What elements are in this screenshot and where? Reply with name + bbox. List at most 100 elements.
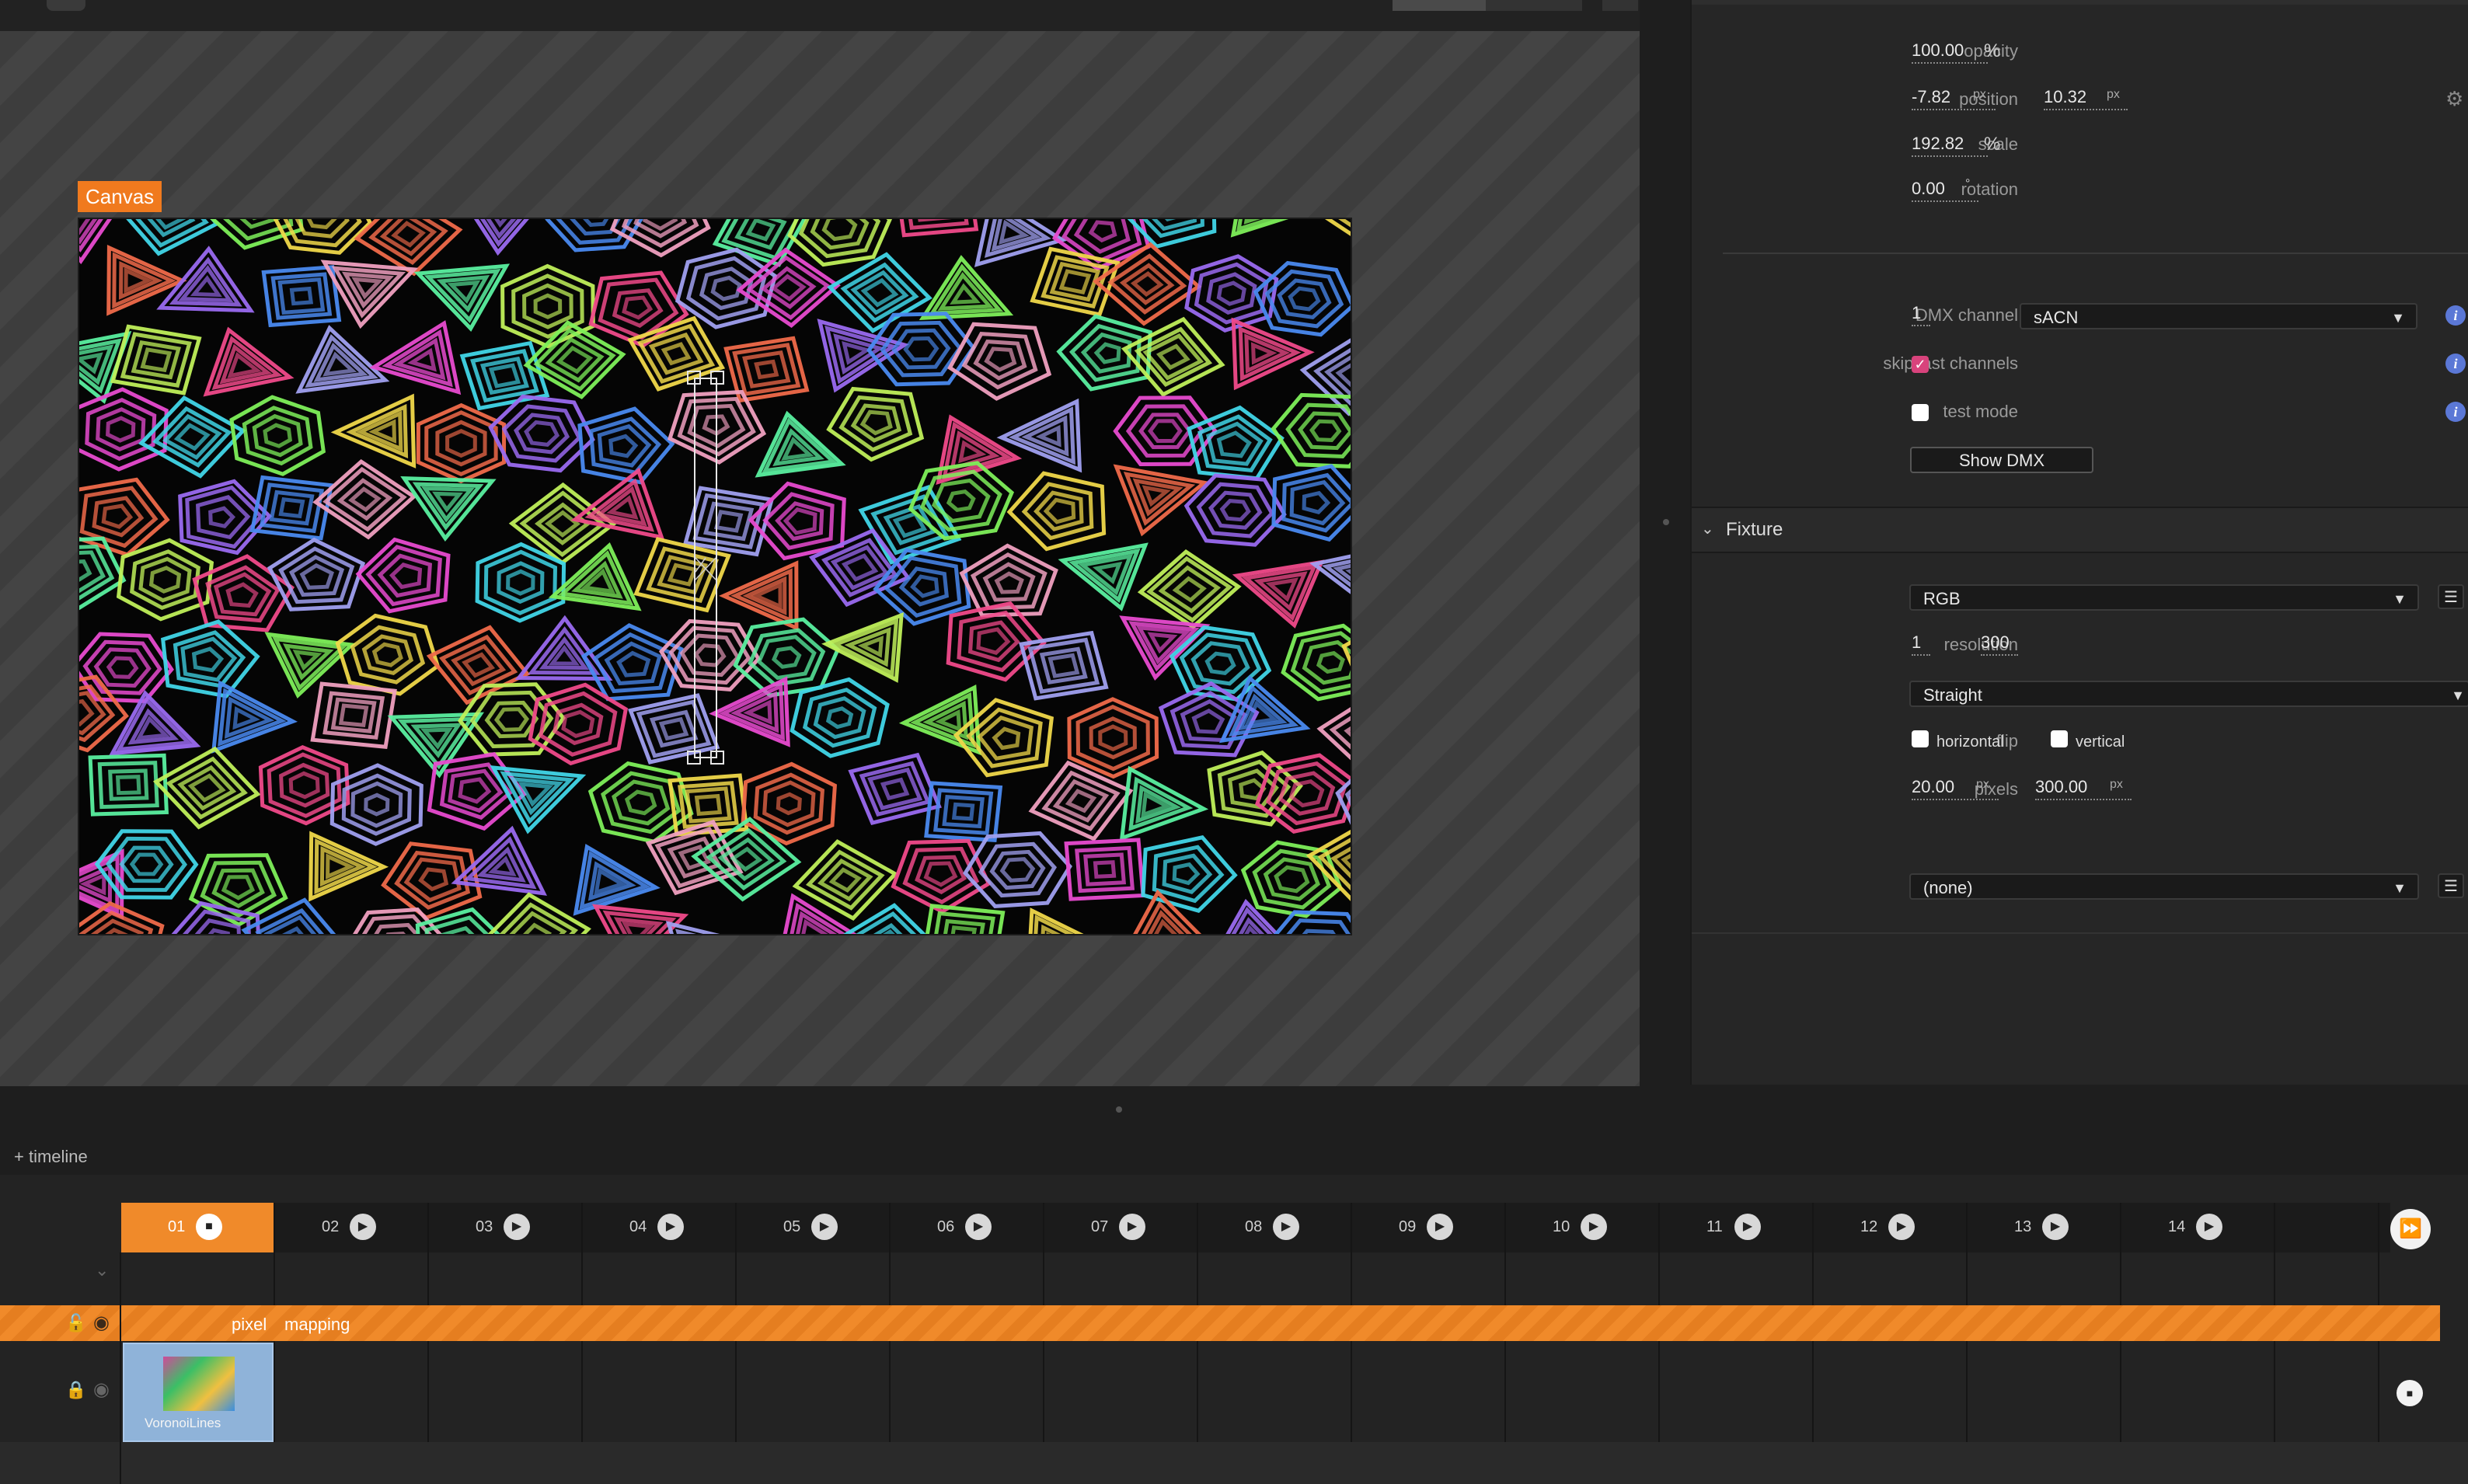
voronoi-cell	[481, 892, 591, 977]
eye-icon[interactable]: ◉	[93, 1378, 110, 1401]
timeline-cell-01[interactable]: 01 ■	[121, 1203, 275, 1252]
timeline-cell-03[interactable]: 03 ▶	[429, 1203, 583, 1252]
play-icon[interactable]: ▶	[657, 1214, 684, 1240]
voronoi-cell	[1271, 464, 1368, 542]
chevron-down-icon: ⌄	[1701, 521, 1714, 538]
opacity-field[interactable]: 100.00	[1912, 40, 1988, 64]
cell-number: 04	[629, 1218, 647, 1235]
curve-select[interactable]: (none) ▼	[1909, 873, 2419, 900]
timeline-cell-10[interactable]: 10 ▶	[1506, 1203, 1660, 1252]
layout-icon[interactable]	[1602, 0, 1638, 11]
opacity-unit: %	[1984, 40, 2001, 61]
curve-value: (none)	[1923, 878, 1973, 897]
hamburger-menu-icon[interactable]: ☰	[2438, 584, 2464, 609]
stop-icon[interactable]: ■	[2397, 1380, 2423, 1406]
play-icon[interactable]: ▶	[811, 1214, 838, 1240]
cell-number: 12	[1860, 1218, 1878, 1235]
timeline-cell-05[interactable]: 05 ▶	[737, 1203, 891, 1252]
fast-forward-icon[interactable]: ⏩	[2390, 1209, 2431, 1249]
voronoi-cell	[203, 326, 295, 397]
assignation-select[interactable]: Straight ▼	[1909, 681, 2468, 707]
pixel-strip-fixture[interactable]	[694, 378, 717, 758]
info-icon[interactable]: i	[2445, 354, 2466, 374]
resize-handle-bottom-left[interactable]	[687, 751, 701, 765]
layer-row-pixel-mapping[interactable]	[0, 1305, 2440, 1341]
timeline-cell-14[interactable]: 14 ▶	[2121, 1203, 2275, 1252]
play-icon[interactable]: ▶	[1119, 1214, 1145, 1240]
collapse-icon[interactable]: ⌄	[95, 1260, 109, 1280]
play-icon[interactable]: ▶	[504, 1214, 530, 1240]
play-icon[interactable]: ▶	[2042, 1214, 2069, 1240]
voronoi-cell	[335, 613, 441, 696]
voronoi-cell	[924, 781, 1003, 843]
voronoi-cell	[211, 680, 298, 754]
voronoi-cell	[588, 270, 689, 348]
hamburger-menu-icon[interactable]: ☰	[2438, 873, 2464, 898]
section-title: Fixture	[1726, 519, 1783, 540]
lock-icon[interactable]: 🔒	[65, 1380, 86, 1400]
scale-field[interactable]: 192.82	[1912, 134, 1988, 157]
play-icon[interactable]: ▶	[1427, 1214, 1453, 1240]
timeline-cell-04[interactable]: 04 ▶	[583, 1203, 737, 1252]
fixture-section-header[interactable]: ⌄ Fixture	[1692, 507, 2468, 553]
voronoi-cell	[748, 481, 846, 561]
lock-icon[interactable]: 🔓	[65, 1313, 86, 1333]
voronoi-cell	[455, 191, 549, 256]
add-timeline-button[interactable]: + timeline	[14, 1147, 88, 1167]
chevron-down-icon: ▼	[2451, 688, 2465, 703]
timeline-cell-13[interactable]: 13 ▶	[1968, 1203, 2121, 1252]
voronoi-cell	[891, 838, 992, 914]
test-mode-checkbox[interactable]	[1912, 404, 1929, 421]
cell-number: 11	[1706, 1218, 1723, 1235]
info-icon[interactable]: i	[2445, 305, 2466, 326]
protocol-select[interactable]: sACN ▼	[2020, 303, 2417, 329]
cell-number: 07	[1091, 1218, 1109, 1235]
voronoi-cell	[1030, 246, 1121, 317]
timeline-cell-02[interactable]: 02 ▶	[275, 1203, 429, 1252]
voronoi-cell	[160, 619, 260, 698]
resize-handle-top-left[interactable]	[687, 371, 701, 385]
rotation-label: rotation	[1961, 179, 2018, 199]
eye-icon[interactable]: ◉	[93, 1312, 110, 1334]
splitter-handle-bottom[interactable]	[1116, 1106, 1122, 1113]
info-icon[interactable]: i	[2445, 402, 2466, 422]
play-icon[interactable]: ▶	[965, 1214, 992, 1240]
timeline-cell-09[interactable]: 09 ▶	[1352, 1203, 1506, 1252]
voronoi-cell	[787, 188, 893, 267]
toolbar-button[interactable]	[47, 0, 85, 11]
timeline-cell-12[interactable]: 12 ▶	[1814, 1203, 1968, 1252]
view-toggle-right[interactable]	[1486, 0, 1582, 11]
gear-icon[interactable]: ⚙	[2445, 87, 2463, 111]
flip-vertical-label: vertical	[2076, 733, 2125, 751]
canvas-tag[interactable]: Canvas	[78, 181, 162, 212]
resize-handle-bottom-right[interactable]	[710, 751, 724, 765]
inspector-panel: opacity 100.00 % position -7.82 px 10.32…	[1690, 0, 2468, 1085]
resize-handle-top-right[interactable]	[710, 371, 724, 385]
play-icon[interactable]: ▶	[1888, 1214, 1915, 1240]
fixture-select[interactable]: RGB ▼	[1909, 584, 2419, 611]
timeline-cell-11[interactable]: 11 ▶	[1660, 1203, 1814, 1252]
timeline-cell-08[interactable]: 08 ▶	[1198, 1203, 1352, 1252]
voronoi-cell	[138, 395, 246, 479]
play-icon[interactable]: ▶	[350, 1214, 376, 1240]
resolution-x-field[interactable]: 1	[1912, 632, 1930, 656]
timeline-cell-06[interactable]: 06 ▶	[891, 1203, 1044, 1252]
voronoi-cell	[1187, 405, 1285, 481]
flip-horizontal-checkbox[interactable]	[1912, 730, 1929, 747]
clip-voronoi-lines[interactable]: VoronoiLines	[123, 1343, 274, 1442]
skip-last-channels-checkbox[interactable]: ✓	[1912, 356, 1929, 373]
flip-vertical-checkbox[interactable]	[2051, 730, 2068, 747]
dmx-channel-field[interactable]: 1	[1912, 303, 1930, 326]
stop-icon[interactable]: ■	[196, 1214, 222, 1240]
timeline-cell-07[interactable]: 07 ▶	[1044, 1203, 1198, 1252]
voronoi-cell	[1232, 559, 1325, 629]
play-icon[interactable]: ▶	[1273, 1214, 1299, 1240]
play-icon[interactable]: ▶	[1581, 1214, 1607, 1240]
play-icon[interactable]: ▶	[1734, 1214, 1761, 1240]
layer-name-part-a: pixel	[232, 1315, 267, 1334]
view-toggle-left[interactable]	[1393, 0, 1486, 11]
play-icon[interactable]: ▶	[2196, 1214, 2222, 1240]
resolution-y-field[interactable]: 300	[1981, 632, 2018, 656]
splitter-handle[interactable]	[1663, 519, 1669, 525]
show-dmx-button[interactable]: Show DMX	[1910, 447, 2093, 473]
